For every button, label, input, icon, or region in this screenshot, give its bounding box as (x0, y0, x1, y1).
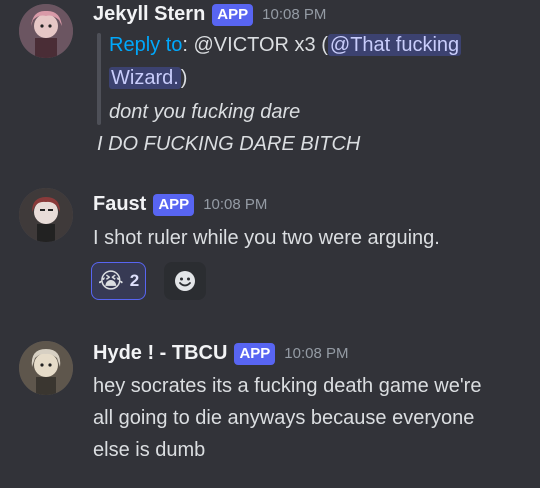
avatar-hyde[interactable] (19, 341, 73, 395)
message-body-line-2: all going to die anyways because everyon… (93, 407, 475, 429)
mention-that-fucking-wizard[interactable]: @That fucking (327, 34, 462, 56)
message-hyde: Hyde ! - TBCU APP 10:08 PM hey socrates … (0, 330, 540, 480)
add-reaction-button[interactable] (164, 262, 206, 300)
message-body: I DO FUCKING DARE BITCH (97, 133, 361, 155)
timestamp: 10:08 PM (203, 196, 268, 213)
timestamp: 10:08 PM (284, 345, 349, 362)
reaction-loudly-crying[interactable]: 😭 2 (91, 262, 147, 300)
reply-to-link[interactable]: Reply to (109, 34, 182, 56)
username-faust[interactable]: Faust (93, 193, 146, 216)
reply-line-2: Wizard.) (109, 63, 187, 93)
app-badge: APP (234, 342, 276, 365)
reaction-count: 2 (129, 271, 140, 290)
timestamp: 10:08 PM (262, 6, 327, 23)
app-badge: APP (153, 193, 195, 216)
message-body-line-1: hey socrates its a fucking death game we… (93, 375, 482, 397)
avatar-jekyll[interactable] (19, 4, 73, 58)
avatar-faust[interactable] (19, 188, 73, 242)
reply-line-1: Reply to: @VICTOR x3 (@That fucking (109, 30, 462, 60)
app-badge: APP (212, 3, 254, 26)
message-faust: Faust APP 10:08 PM I shot ruler while yo… (0, 180, 540, 310)
quote-bar (97, 33, 101, 125)
username-hyde[interactable]: Hyde ! - TBCU (93, 342, 227, 365)
mention-that-fucking-wizard-cont[interactable]: Wizard. (109, 67, 181, 89)
reply-target[interactable]: : @VICTOR x3 ( (182, 34, 328, 56)
reply-suffix: ) (180, 67, 188, 89)
quoted-text: dont you fucking dare (109, 101, 301, 123)
loudly-crying-emoji-icon: 😭 (98, 268, 124, 293)
smiley-add-reaction-icon (175, 271, 195, 291)
message-body: I shot ruler while you two were arguing. (93, 227, 440, 249)
message-jekyll: Jekyll Stern APP 10:08 PM Reply to: @VIC… (0, 0, 540, 170)
username-jekyll[interactable]: Jekyll Stern (93, 3, 205, 26)
message-body-line-3: else is dumb (93, 439, 206, 461)
